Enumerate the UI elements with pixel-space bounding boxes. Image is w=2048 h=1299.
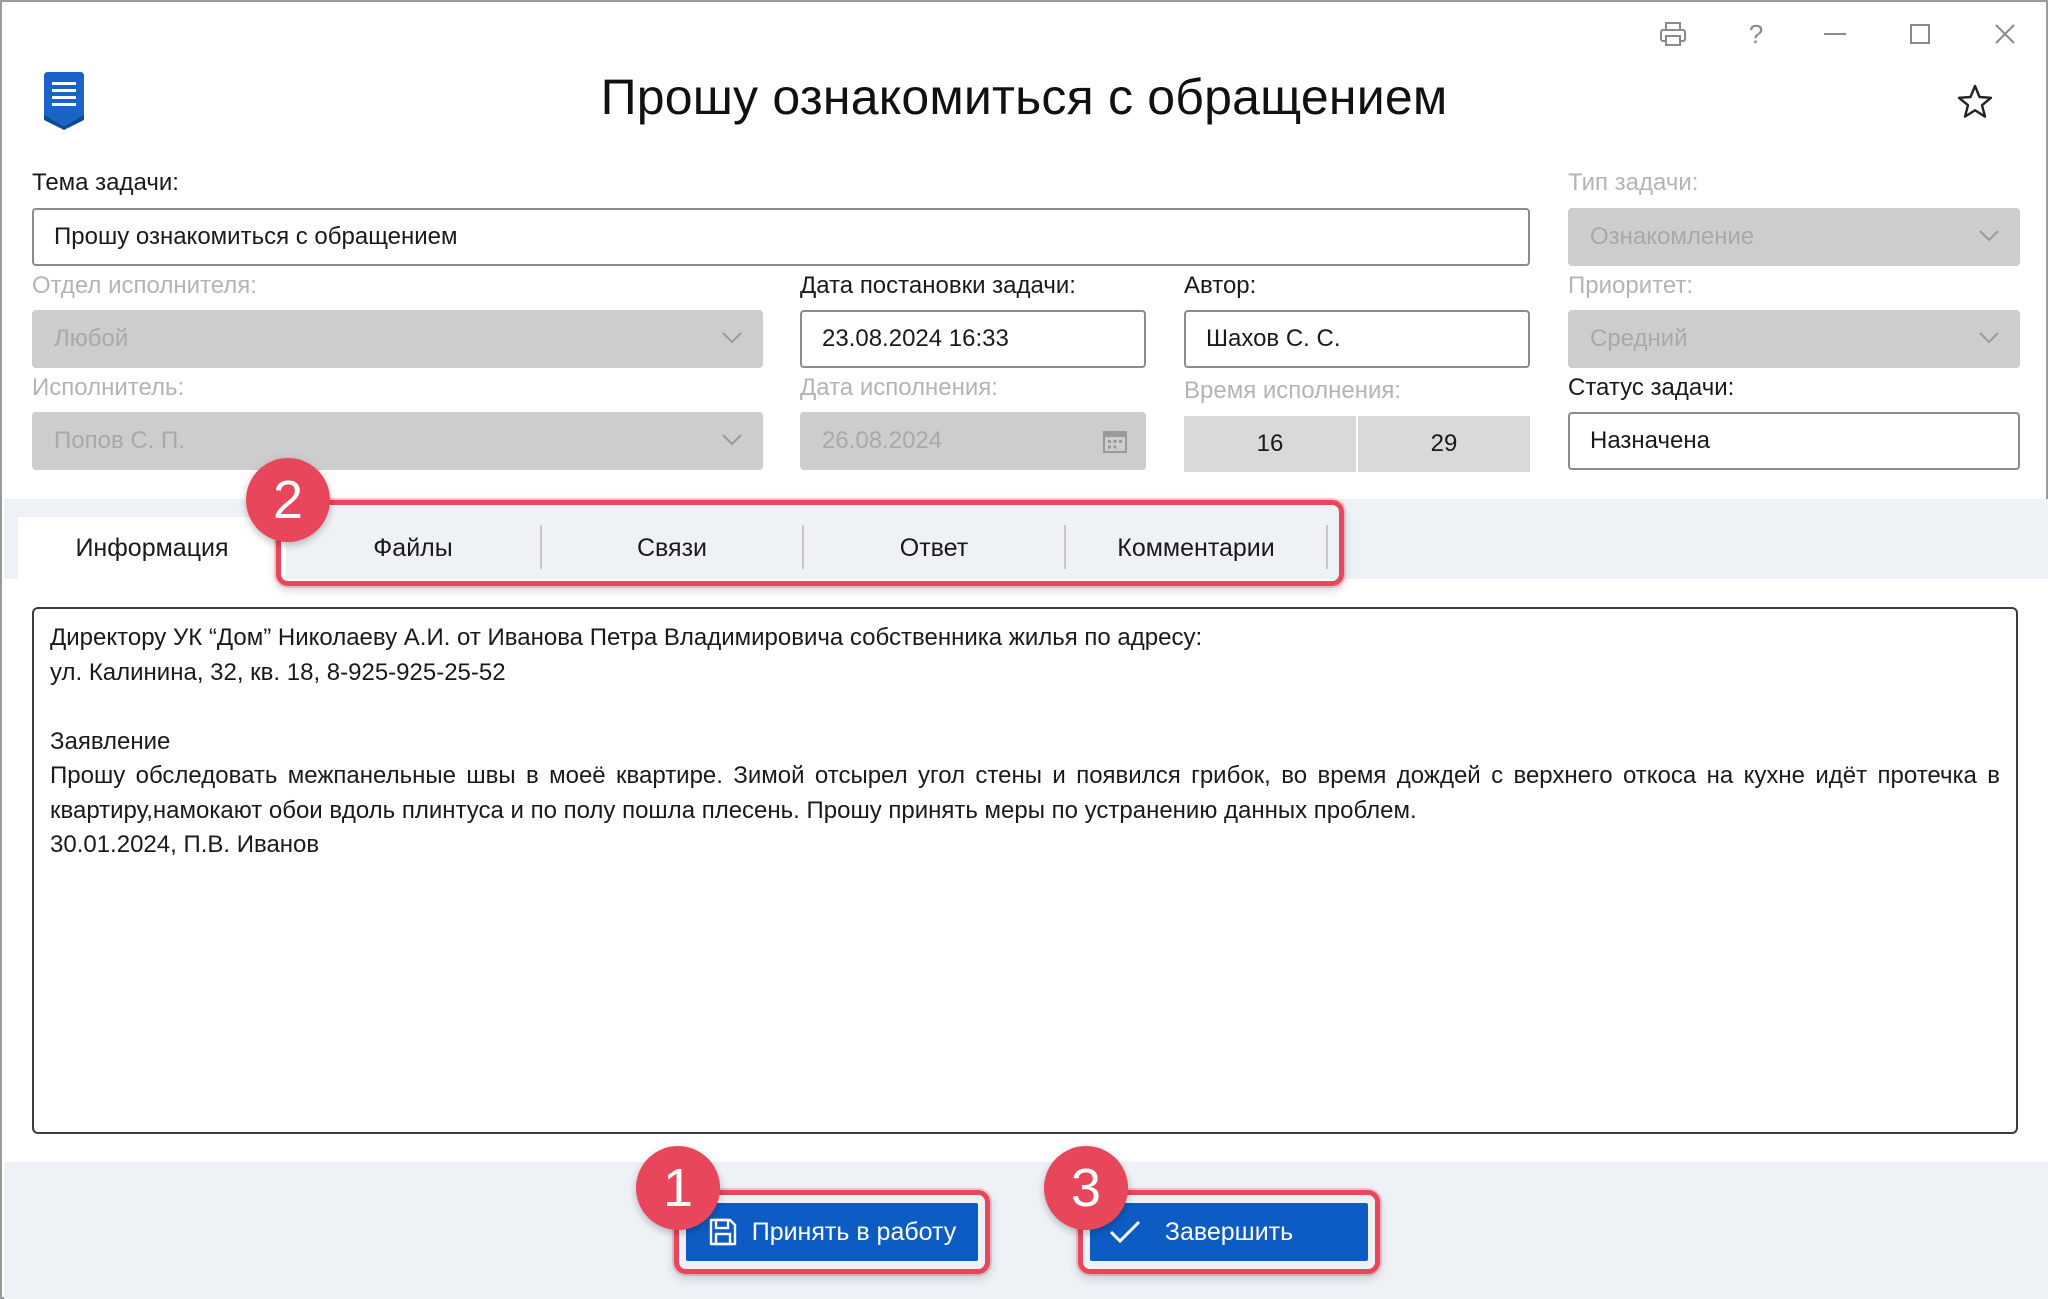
text-line: Директору УК “Дом” Николаеву А.И. от Ива… (50, 624, 1203, 651)
set-date-label: Дата постановки задачи: (800, 272, 1076, 299)
executor-label: Исполнитель: (32, 374, 185, 401)
help-icon[interactable]: ? (1731, 16, 1781, 52)
executor-value: Попов С. П. (54, 427, 185, 454)
chevron-down-icon (1979, 332, 1999, 344)
annotation-frame-accept (674, 1190, 990, 1274)
due-time-minutes[interactable]: 29 (1358, 416, 1530, 472)
department-value: Любой (54, 325, 129, 352)
due-date-field: 26.08.2024 (800, 412, 1146, 470)
set-date-value: 23.08.2024 16:33 (822, 325, 1009, 352)
text-line: ул. Калинина, 32, кв. 18, 8-925-925-25-5… (50, 658, 506, 686)
text-line: Прошу обследовать межпанельные швы в мое… (50, 762, 2000, 824)
text-line: 30.01.2024, П.В. Иванов (50, 831, 320, 858)
author-label: Автор: (1184, 272, 1257, 299)
annotation-badge-3: 3 (1044, 1146, 1128, 1230)
chevron-down-icon (722, 434, 742, 446)
star-icon[interactable] (1955, 82, 1995, 122)
department-select: Любой (32, 310, 763, 368)
subject-value: Прошу ознакомиться с обращением (54, 223, 458, 250)
text-line: Заявление (50, 727, 171, 755)
priority-value: Средний (1590, 325, 1688, 352)
annotation-badge-1: 1 (636, 1146, 720, 1230)
close-icon[interactable] (1980, 16, 2030, 52)
task-window: ? Прошу ознакомиться с обращением Тема з… (0, 0, 2048, 1299)
executor-select: Попов С. П. (32, 412, 763, 470)
status-label: Статус задачи: (1568, 374, 1735, 401)
tab-information[interactable]: Информация (18, 517, 286, 579)
author-field[interactable]: Шахов С. С. (1184, 310, 1530, 368)
text-line-blank (50, 690, 2000, 725)
task-type-value: Ознакомление (1590, 223, 1755, 250)
set-date-field[interactable]: 23.08.2024 16:33 (800, 310, 1146, 368)
chevron-down-icon (722, 332, 742, 344)
due-time-hours[interactable]: 16 (1184, 416, 1356, 472)
page-title: Прошу ознакомиться с обращением (600, 69, 1448, 125)
printer-icon[interactable] (1648, 16, 1698, 52)
department-label: Отдел исполнителя: (32, 272, 257, 299)
task-type-select: Ознакомление (1568, 208, 2020, 266)
maximize-icon[interactable] (1895, 16, 1945, 52)
task-type-label: Тип задачи: (1568, 169, 1699, 196)
status-value: Назначена (1590, 427, 1710, 454)
priority-label: Приоритет: (1568, 272, 1694, 299)
subject-field[interactable]: Прошу ознакомиться с обращением (32, 208, 1530, 266)
priority-select: Средний (1568, 310, 2020, 368)
subject-label: Тема задачи: (32, 169, 179, 196)
author-value: Шахов С. С. (1206, 325, 1341, 352)
annotation-frame-tabs (276, 500, 1344, 586)
due-date-label: Дата исполнения: (800, 374, 998, 401)
status-field[interactable]: Назначена (1568, 412, 2020, 470)
due-date-value: 26.08.2024 (822, 427, 943, 454)
due-time-label: Время исполнения: (1184, 377, 1402, 404)
request-text-area[interactable]: Директору УК “Дом” Николаеву А.И. от Ива… (32, 607, 2018, 1134)
minimize-icon[interactable] (1810, 16, 1860, 52)
calendar-icon (1103, 431, 1127, 453)
chevron-down-icon (1979, 230, 1999, 242)
annotation-badge-2: 2 (246, 458, 330, 542)
